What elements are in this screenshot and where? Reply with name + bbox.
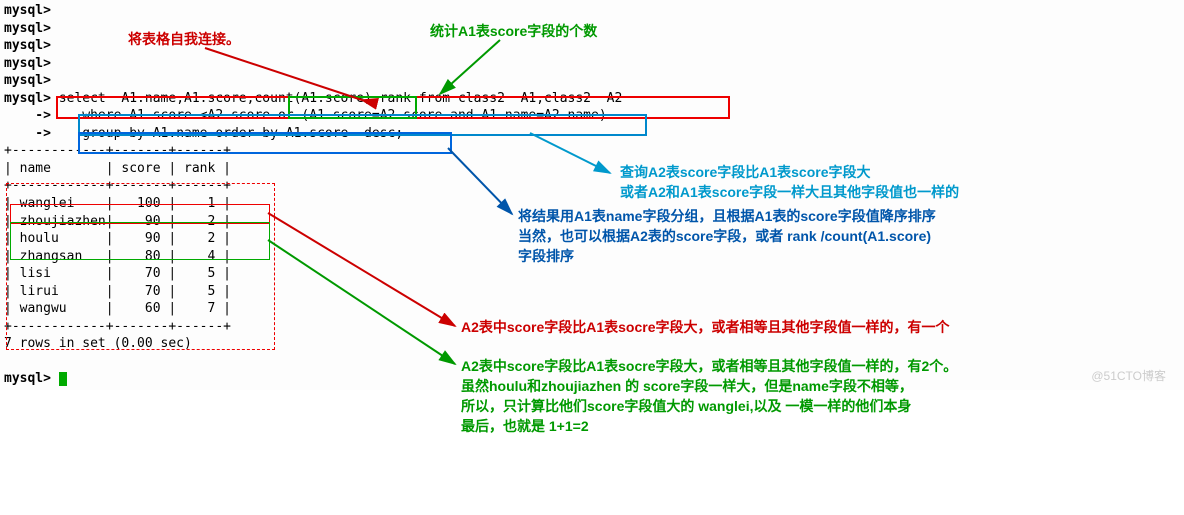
table-sep: +------------+-------+------+ <box>4 319 231 334</box>
table-row: | zhangsan | 80 | 4 | <box>4 249 231 264</box>
table-sep: +------------+-------+------+ <box>4 178 231 193</box>
table-row: | wanglei | 100 | 1 | <box>4 196 231 211</box>
prompt-line: mysql> <box>4 38 51 53</box>
prompt-line: mysql> <box>4 56 51 71</box>
prompt-line: mysql> <box>4 91 51 106</box>
annotation-group-2: 当然，也可以根据A2表的score字段，或者 rank /count(A1.sc… <box>518 227 931 246</box>
final-prompt: mysql> <box>4 371 59 386</box>
sql-line-2: where A1.score <A2.score or (A1.score=A2… <box>51 108 607 123</box>
annotation-group-1: 将结果用A1表name字段分组，且根据A1表的score字段值降序排序 <box>518 207 936 226</box>
prompt-line: mysql> <box>4 21 51 36</box>
annotation-rank1: A2表中score字段比A1表socre字段大，或者相等且其他字段值一样的，有一… <box>461 318 950 337</box>
table-row: | lirui | 70 | 5 | <box>4 284 231 299</box>
prompt-line: mysql> <box>4 73 51 88</box>
annotation-group-3: 字段排序 <box>518 247 574 266</box>
annotation-where-2: 或者A2和A1表score字段一样大且其他字段值也一样的 <box>620 183 959 202</box>
table-row: | houlu | 90 | 2 | <box>4 231 231 246</box>
cont-prompt: -> <box>4 126 51 141</box>
annotation-rank2-3: 所以，只计算比他们score字段值大的 wanglei,以及 一模一样的他们本身 <box>461 397 911 416</box>
table-row: | wangwu | 60 | 7 | <box>4 301 231 316</box>
sql-line-3: group by A1.name order by A1.score desc; <box>51 126 403 141</box>
annotation-rank2-4: 最后，也就是 1+1=2 <box>461 417 589 436</box>
table-sep: +------------+-------+------+ <box>4 143 231 158</box>
annotation-rank2-2: 虽然houlu和zhoujiazhen 的 score字段一样大，但是name字… <box>461 377 913 396</box>
annotation-where-1: 查询A2表score字段比A1表score字段大 <box>620 163 871 182</box>
table-header: | name | score | rank | <box>4 161 231 176</box>
watermark: @51CTO博客 <box>1091 367 1166 384</box>
annotation-rank2-1: A2表中score字段比A1表socre字段大，或者相等且其他字段值一样的，有2… <box>461 357 957 376</box>
cont-prompt: -> <box>4 108 51 123</box>
prompt-line: mysql> <box>4 3 51 18</box>
table-row: | zhoujiazhen| 90 | 2 | <box>4 214 231 229</box>
terminal-cursor <box>59 372 67 386</box>
rows-in-set: 7 rows in set (0.00 sec) <box>4 336 192 351</box>
sql-line-1: select A1.name,A1.score,count(A1.score) … <box>51 91 622 106</box>
table-row: | lisi | 70 | 5 | <box>4 266 231 281</box>
annotation-self-join: 将表格自我连接。 <box>128 30 240 49</box>
annotation-count: 统计A1表score字段的个数 <box>430 22 597 41</box>
